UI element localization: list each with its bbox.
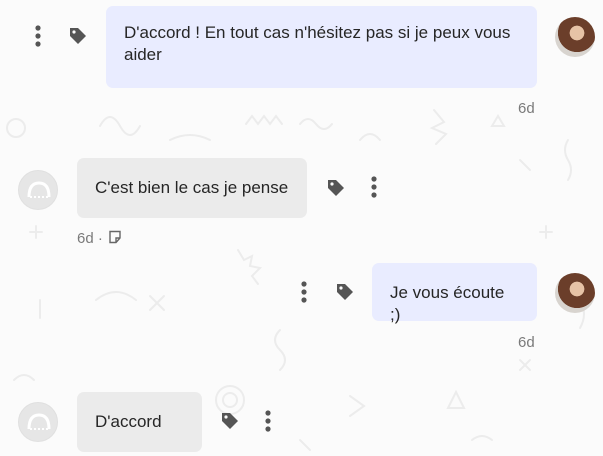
message-bubble: D'accord ! En tout cas n'hésitez pas si … bbox=[106, 6, 537, 88]
message-text: D'accord bbox=[95, 412, 162, 431]
bot-face-icon bbox=[27, 181, 51, 198]
tag-icon[interactable] bbox=[335, 282, 355, 302]
message-text: C'est bien le cas je pense bbox=[95, 178, 289, 197]
message-bubble: Je vous écoute ;) bbox=[372, 263, 537, 324]
message-timestamp: 6d bbox=[518, 334, 535, 351]
note-icon[interactable] bbox=[108, 230, 122, 244]
tag-icon[interactable] bbox=[326, 178, 346, 198]
bot-face-icon bbox=[27, 413, 51, 430]
bot-avatar bbox=[18, 402, 58, 442]
bot-avatar bbox=[18, 170, 58, 210]
message-bubble: D'accord bbox=[77, 392, 202, 452]
message-text: D'accord ! En tout cas n'hésitez pas si … bbox=[124, 23, 511, 64]
message-timestamp: 6d bbox=[518, 100, 535, 117]
more-vert-icon[interactable] bbox=[298, 280, 310, 304]
tag-icon[interactable] bbox=[68, 26, 88, 46]
avatar[interactable] bbox=[555, 17, 595, 57]
more-vert-icon[interactable] bbox=[368, 175, 380, 199]
message-text: Je vous écoute ;) bbox=[390, 283, 505, 324]
more-vert-icon[interactable] bbox=[262, 409, 274, 433]
more-vert-icon[interactable] bbox=[32, 24, 44, 48]
message-timestamp: 6d · bbox=[77, 230, 103, 247]
tag-icon[interactable] bbox=[220, 411, 240, 431]
message-bubble: C'est bien le cas je pense bbox=[77, 158, 307, 218]
avatar[interactable] bbox=[555, 273, 595, 313]
